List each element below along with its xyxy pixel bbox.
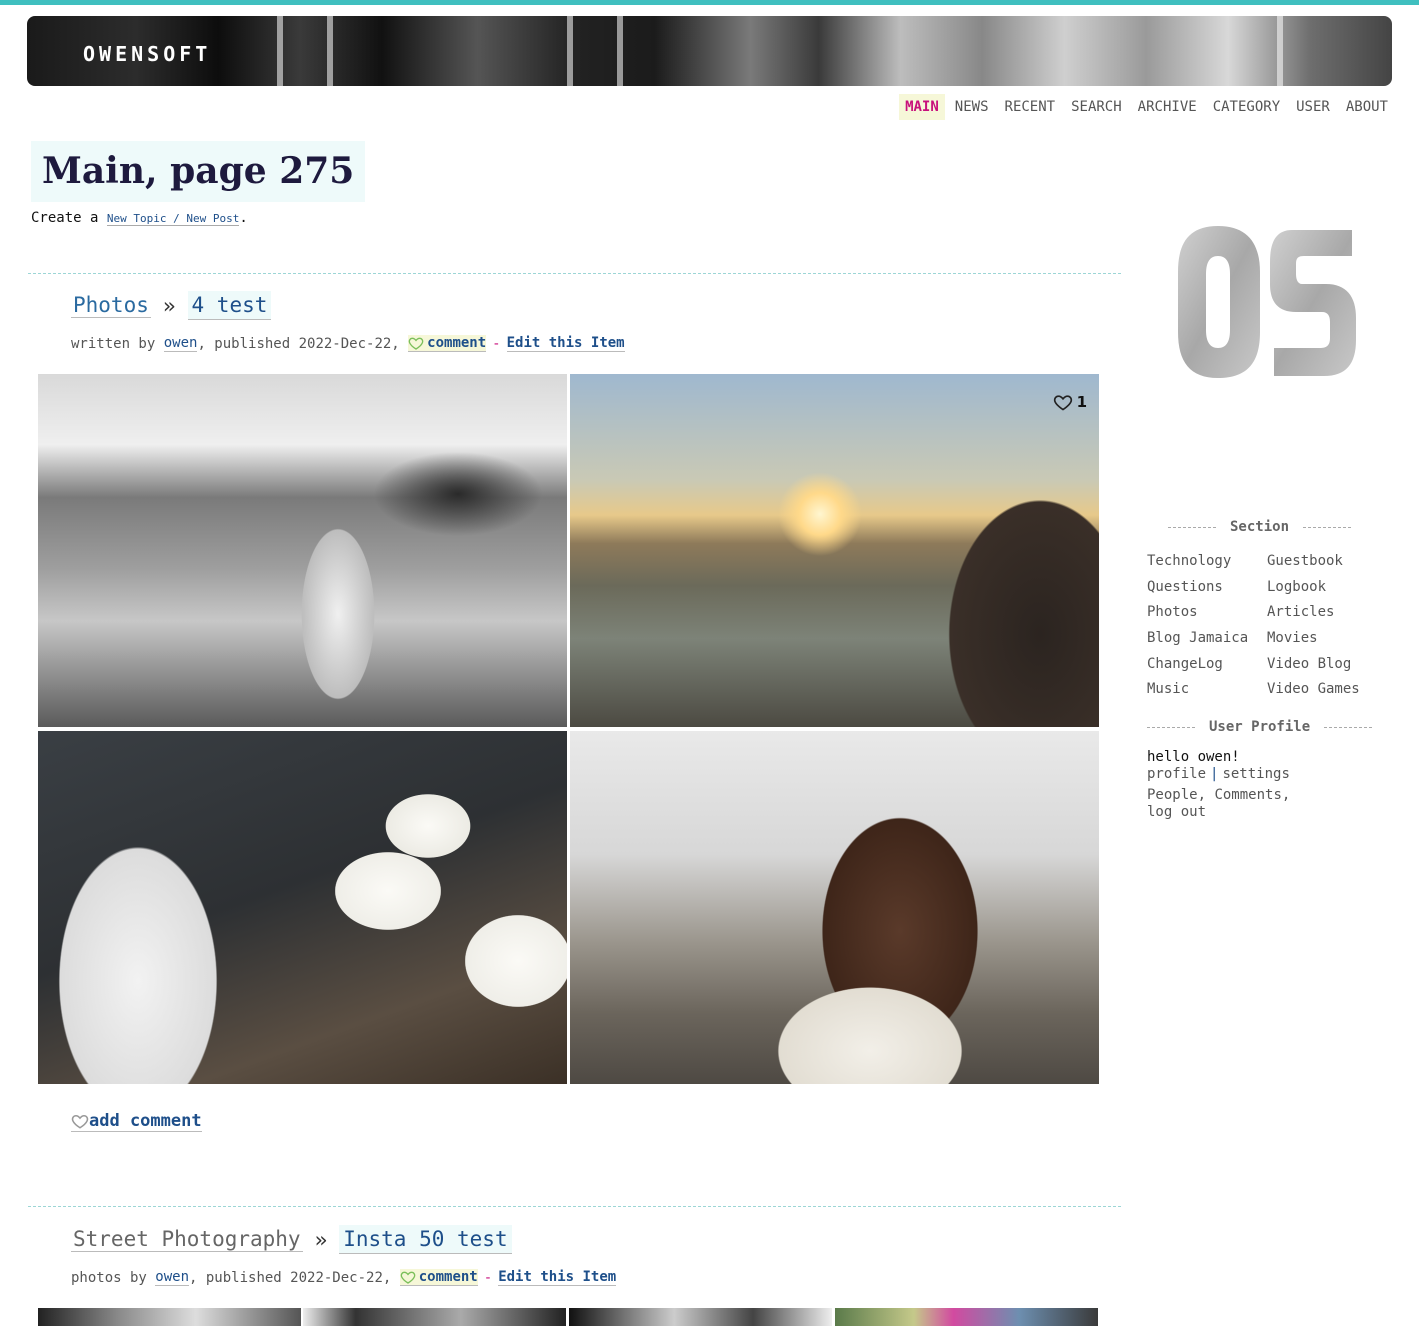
comment-label: comment	[427, 335, 487, 351]
profile-pipe: |	[1210, 766, 1219, 782]
heart-outline-icon	[400, 1271, 416, 1284]
nav-main[interactable]: MAIN	[899, 94, 945, 120]
user-profile-box: hello owen! profile | settings People, Com…	[1147, 749, 1291, 820]
nav-archive[interactable]: ARCHIVE	[1132, 94, 1203, 120]
meta-prefix: photos by	[71, 1269, 156, 1286]
post-photo-3[interactable]	[38, 731, 567, 1084]
nav-recent[interactable]: RECENT	[999, 94, 1062, 120]
post-separator	[28, 273, 1121, 274]
nav-category[interactable]: CATEGORY	[1207, 94, 1286, 120]
section-link-movies[interactable]: Movies	[1267, 629, 1387, 647]
site-banner[interactable]: OWENSOFT	[27, 16, 1392, 86]
comment-link[interactable]: comment	[399, 1269, 478, 1286]
section-link-logbook[interactable]: Logbook	[1267, 578, 1387, 596]
post-thumbnail-1[interactable]	[38, 1308, 301, 1326]
create-suffix: .	[239, 210, 248, 226]
post-thumbnail-2[interactable]	[303, 1308, 566, 1326]
post-photo-1[interactable]	[38, 374, 567, 727]
user-profile-heading-label: User Profile	[1209, 719, 1311, 735]
user-profile-heading: User Profile	[1147, 719, 1373, 735]
post-photo-2[interactable]: 1	[570, 374, 1099, 727]
breadcrumb-separator: »	[162, 293, 176, 318]
section-link-articles[interactable]: Articles	[1267, 603, 1387, 621]
post-section-link[interactable]: Street Photography	[71, 1227, 303, 1252]
new-topic-link[interactable]: New Topic / New Post	[106, 212, 240, 226]
post-heading: Photos » 4 test	[71, 291, 272, 320]
edit-item-link[interactable]: Edit this Item	[498, 1269, 617, 1286]
comment-link[interactable]: comment	[408, 335, 487, 352]
edit-item-link[interactable]: Edit this Item	[506, 335, 625, 352]
published-date: , published 2022-Dec-22,	[189, 1269, 400, 1286]
settings-link[interactable]: settings	[1222, 766, 1289, 782]
people-link[interactable]: People	[1147, 787, 1198, 803]
nav-about[interactable]: ABOUT	[1340, 94, 1394, 120]
meta-dash: -	[483, 1269, 493, 1286]
like-count: 1	[1076, 393, 1087, 411]
section-list: Technology Guestbook Questions Logbook P…	[1147, 552, 1387, 698]
post-heading: Street Photography » Insta 50 test	[71, 1225, 512, 1254]
breadcrumb-separator: »	[314, 1227, 328, 1252]
comment-label: comment	[418, 1269, 478, 1285]
post-section-link[interactable]: Photos	[71, 293, 151, 318]
post-title-link[interactable]: Insta 50 test	[339, 1225, 512, 1254]
section-heading: Section	[1168, 519, 1352, 535]
post-photo-4[interactable]	[570, 731, 1099, 1084]
section-link-questions[interactable]: Questions	[1147, 578, 1267, 596]
profile-link[interactable]: profile	[1147, 766, 1206, 782]
post-meta: photos by owen, published 2022-Dec-22, c…	[71, 1269, 617, 1286]
comments-link[interactable]: Comments	[1214, 787, 1281, 803]
section-link-technology[interactable]: Technology	[1147, 552, 1267, 570]
author-link[interactable]: owen	[155, 1269, 190, 1286]
os-logo-icon	[1178, 226, 1356, 378]
section-link-photos[interactable]: Photos	[1147, 603, 1267, 621]
meta-dash: -	[492, 335, 501, 352]
section-link-guestbook[interactable]: Guestbook	[1267, 552, 1387, 570]
logout-link[interactable]: log out	[1147, 804, 1206, 820]
heart-outline-icon	[408, 337, 424, 350]
add-comment-link[interactable]: add comment	[71, 1111, 202, 1132]
section-link-blog-jamaica[interactable]: Blog Jamaica	[1147, 629, 1267, 647]
site-logo[interactable]: OWENSOFT	[83, 42, 211, 66]
heart-icon	[1053, 395, 1072, 411]
section-link-music[interactable]: Music	[1147, 680, 1267, 698]
post-thumbnail-4[interactable]	[835, 1308, 1098, 1326]
add-comment-label: add comment	[89, 1111, 202, 1131]
nav-user[interactable]: USER	[1290, 94, 1336, 120]
main-nav: MAIN NEWS RECENT SEARCH ARCHIVE CATEGORY…	[895, 94, 1394, 120]
post-meta: written by owen, published 2022-Dec-22, …	[71, 335, 625, 352]
top-accent-line	[0, 0, 1419, 5]
page-title: Main, page 275	[42, 150, 355, 192]
create-prefix: Create a	[31, 210, 107, 226]
post-thumbnail-3[interactable]	[569, 1308, 832, 1326]
meta-prefix: written by	[71, 335, 164, 352]
section-heading-label: Section	[1230, 519, 1290, 535]
section-link-changelog[interactable]: ChangeLog	[1147, 655, 1267, 673]
section-link-video-games[interactable]: Video Games	[1267, 680, 1387, 698]
section-link-video-blog[interactable]: Video Blog	[1267, 655, 1387, 673]
nav-search[interactable]: SEARCH	[1065, 94, 1128, 120]
nav-news[interactable]: NEWS	[949, 94, 995, 120]
author-link[interactable]: owen	[163, 335, 198, 352]
published-date: , published 2022-Dec-22,	[197, 335, 409, 352]
post-title-link[interactable]: 4 test	[187, 291, 272, 320]
create-line: Create a New Topic / New Post.	[31, 210, 248, 226]
like-button[interactable]: 1	[1053, 392, 1087, 412]
heart-outline-icon	[71, 1114, 89, 1129]
hello-text: hello owen!	[1147, 749, 1240, 765]
page-title-box: Main, page 275	[31, 141, 366, 202]
post-separator	[28, 1206, 1121, 1207]
